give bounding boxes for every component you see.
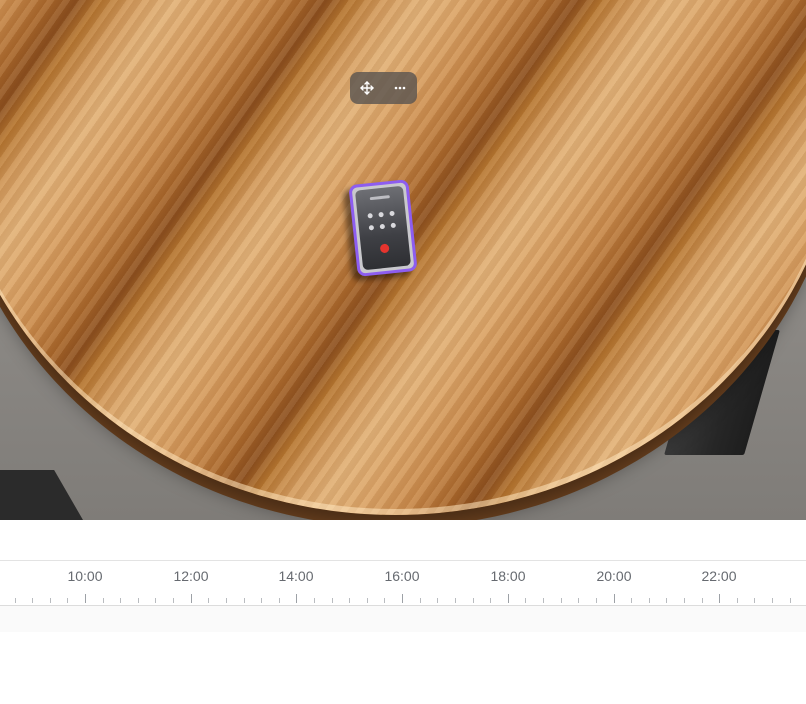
minor-tick [561,598,562,603]
minor-tick [473,598,474,603]
major-tick [614,594,615,603]
minor-tick [120,598,121,603]
minor-tick [649,598,650,603]
minor-tick [279,598,280,603]
time-label: 10:00 [67,568,103,584]
phone-screen [354,185,412,271]
more-dots-icon [393,81,407,95]
3d-viewport[interactable] [0,0,806,520]
time-ruler[interactable]: 10:00 12:00 14:00 16:00 18:00 20:00 22:0… [0,561,806,606]
minor-tick [103,598,104,603]
more-options-button[interactable] [386,74,414,102]
time-label: 12:00 [173,568,209,584]
table-leg-left [0,470,86,520]
minor-tick [244,598,245,603]
minor-tick [208,598,209,603]
minor-tick [666,598,667,603]
move-button[interactable] [353,74,381,102]
minor-tick [437,598,438,603]
minor-tick [737,598,738,603]
minor-tick [314,598,315,603]
minor-tick [631,598,632,603]
minor-tick [155,598,156,603]
timeline-track-area [0,606,806,632]
minor-tick [772,598,773,603]
minor-tick [596,598,597,603]
minor-tick [684,598,685,603]
minor-tick [50,598,51,603]
minor-tick [702,598,703,603]
minor-tick [578,598,579,603]
end-call-icon [379,243,390,254]
minor-tick [754,598,755,603]
timeline-header [0,520,806,561]
major-tick [402,594,403,603]
minor-tick [490,598,491,603]
minor-tick [790,598,791,603]
minor-tick [32,598,33,603]
minor-tick [67,598,68,603]
major-tick [508,594,509,603]
minor-tick [173,598,174,603]
time-label: 22:00 [701,568,737,584]
minor-tick [349,598,350,603]
minor-tick [543,598,544,603]
major-tick [296,594,297,603]
phone-object[interactable] [347,179,418,277]
time-label: 14:00 [278,568,314,584]
phone-selection-outline [348,179,418,277]
minor-tick [384,598,385,603]
minor-tick [15,598,16,603]
major-tick [719,594,720,603]
time-label: 18:00 [490,568,526,584]
minor-tick [367,598,368,603]
move-arrows-icon [360,81,374,95]
minor-tick [261,598,262,603]
time-label: 16:00 [384,568,420,584]
minor-tick [420,598,421,603]
minor-tick [138,598,139,603]
major-tick [191,594,192,603]
minor-tick [525,598,526,603]
major-tick [85,594,86,603]
minor-tick [332,598,333,603]
time-label: 20:00 [596,568,632,584]
minor-tick [455,598,456,603]
minor-tick [226,598,227,603]
object-toolbar [350,72,417,104]
